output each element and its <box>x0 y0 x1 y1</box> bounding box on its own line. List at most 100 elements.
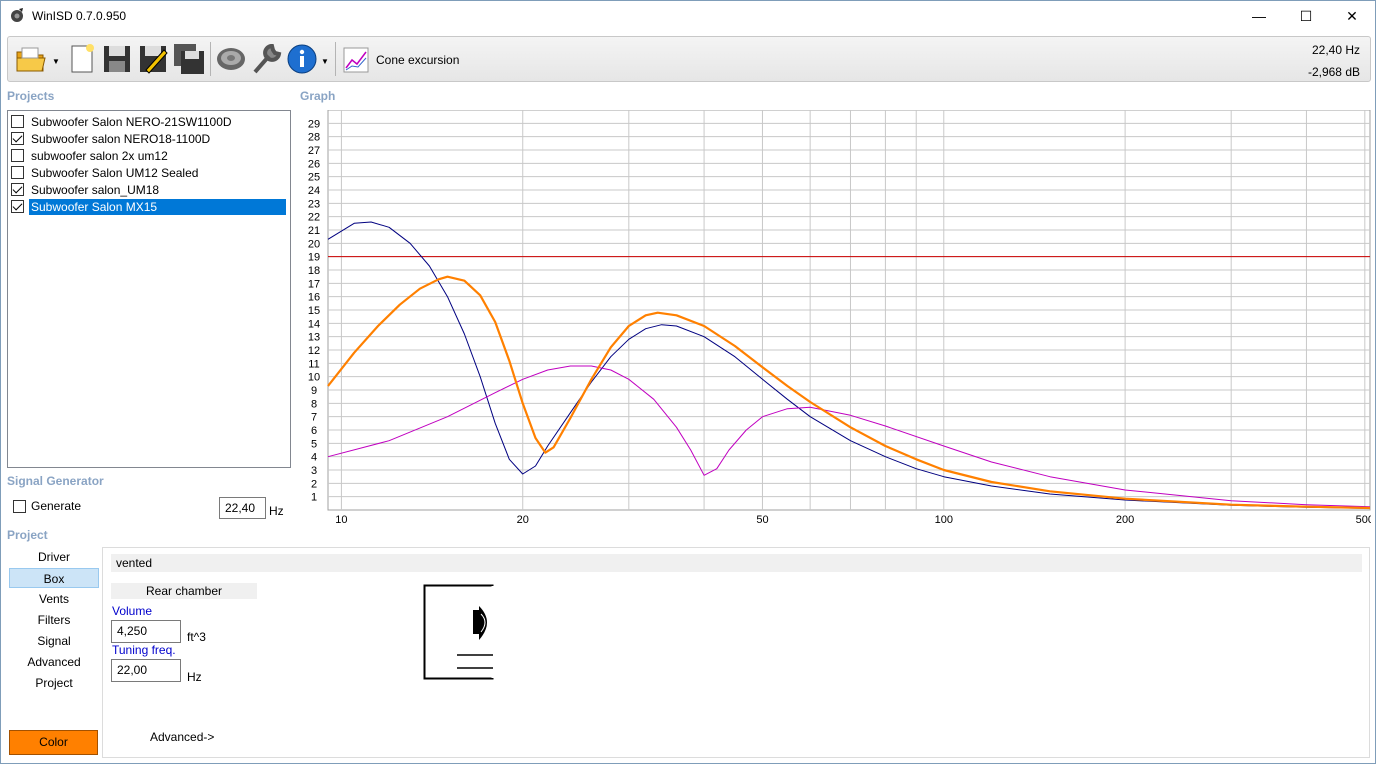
cone-excursion-selector[interactable]: Cone excursion <box>342 46 459 74</box>
tuning-freq-input[interactable]: 22,00 <box>111 659 181 682</box>
x-tick-label: 50 <box>756 514 768 526</box>
projects-list[interactable]: Subwoofer Salon NERO-21SW1100D Subwoofer … <box>7 110 291 468</box>
project-checkbox[interactable] <box>11 132 24 145</box>
title-bar: WinISD 0.7.0.950 — ☐ ✕ <box>1 1 1375 31</box>
project-checkbox[interactable] <box>11 200 24 213</box>
generate-label: Generate <box>31 499 82 513</box>
signal-generator-label: Signal Generator <box>7 474 104 488</box>
project-item[interactable]: Subwoofer Salon UM12 Sealed <box>11 164 200 181</box>
nav-item-project[interactable]: Project <box>9 673 99 693</box>
wrench-icon[interactable] <box>249 42 283 76</box>
minimize-button[interactable]: — <box>1236 1 1282 31</box>
y-tick-label: 12 <box>308 345 320 357</box>
y-tick-label: 16 <box>308 292 320 304</box>
nav-item-filters[interactable]: Filters <box>9 610 99 630</box>
y-tick-label: 18 <box>308 265 320 277</box>
project-section-label: Project <box>7 528 48 542</box>
y-tick-label: 14 <box>308 318 320 330</box>
y-tick-label: 13 <box>308 332 320 344</box>
y-tick-label: 15 <box>308 305 320 317</box>
nav-item-driver[interactable]: Driver <box>9 547 99 567</box>
y-tick-label: 7 <box>311 412 317 424</box>
projects-label: Projects <box>7 89 55 103</box>
frequency-readout: 22,40 Hz <box>1311 43 1360 57</box>
x-tick-label: 200 <box>1116 514 1134 526</box>
graph-label: Graph <box>300 89 336 103</box>
y-tick-label: 17 <box>308 278 320 290</box>
save-icon[interactable] <box>100 42 134 76</box>
nav-item-vents[interactable]: Vents <box>9 589 99 609</box>
project-item[interactable]: subwoofer salon 2x um12 <box>11 147 170 164</box>
winisd-app-icon <box>11 8 23 22</box>
db-readout: -2,968 dB <box>1307 65 1360 79</box>
nav-item-signal[interactable]: Signal <box>9 631 99 651</box>
project-name: Subwoofer salon NERO18-1100D <box>31 131 211 146</box>
project-name: Subwoofer Salon MX15 <box>28 197 287 216</box>
volume-unit: ft^3 <box>187 630 206 644</box>
box-panel: vented Rear chamber Volume 4,250 ft^3 Tu… <box>102 547 1370 758</box>
volume-input[interactable]: 4,250 <box>111 620 181 643</box>
x-tick-label: 500 <box>1356 514 1371 526</box>
project-name: subwoofer salon 2x um12 <box>31 148 168 163</box>
tuning-freq-unit: Hz <box>187 670 202 684</box>
generate-checkbox[interactable] <box>13 499 26 513</box>
y-tick-label: 6 <box>311 425 317 437</box>
y-tick-label: 19 <box>308 252 320 264</box>
info-dropdown-icon[interactable]: ▼ <box>321 57 329 66</box>
project-checkbox[interactable] <box>11 149 24 162</box>
app-window: WinISD 0.7.0.950 — ☐ ✕ ▼ ▼ Cone excursio… <box>0 0 1376 764</box>
box-type-selector[interactable]: vented <box>111 554 1362 572</box>
y-tick-label: 27 <box>308 145 320 157</box>
toolbar-separator <box>335 42 336 76</box>
y-tick-label: 3 <box>311 465 317 477</box>
nav-item-advanced[interactable]: Advanced <box>9 652 99 672</box>
project-item[interactable]: Subwoofer salon NERO18-1100D <box>11 130 212 147</box>
tuning-freq-label: Tuning freq. <box>112 643 176 657</box>
nav-item-box[interactable]: Box <box>9 568 99 588</box>
y-tick-label: 2 <box>311 478 317 490</box>
y-tick-label: 21 <box>308 225 320 237</box>
project-item[interactable]: Subwoofer Salon NERO-21SW1100D <box>11 113 234 130</box>
y-tick-label: 22 <box>308 212 320 224</box>
x-tick-label: 10 <box>335 514 347 526</box>
project-checkbox[interactable] <box>11 183 24 196</box>
advanced-link[interactable]: Advanced-> <box>150 730 214 744</box>
project-item[interactable]: Subwoofer salon_UM18 <box>11 181 161 198</box>
signal-frequency-unit: Hz <box>269 504 284 518</box>
project-name: Subwoofer Salon UM12 Sealed <box>31 165 199 180</box>
project-checkbox[interactable] <box>11 166 24 179</box>
project-checkbox[interactable] <box>11 115 24 128</box>
x-tick-label: 20 <box>517 514 529 526</box>
y-tick-label: 28 <box>308 132 320 144</box>
rear-chamber-header: Rear chamber <box>111 583 257 599</box>
y-tick-label: 23 <box>308 198 320 210</box>
y-tick-label: 29 <box>308 118 320 130</box>
y-tick-label: 1 <box>311 492 317 504</box>
color-button[interactable]: Color <box>9 730 98 755</box>
cone-excursion-label: Cone excursion <box>376 53 460 67</box>
window-title: WinISD 0.7.0.950 <box>32 9 127 23</box>
project-name: Subwoofer Salon NERO-21SW1100D <box>31 114 232 129</box>
generate-checkbox-row[interactable]: Generate <box>13 499 81 513</box>
signal-frequency-input[interactable]: 22,40 <box>219 497 266 519</box>
y-tick-label: 9 <box>311 385 317 397</box>
info-icon[interactable] <box>285 42 319 76</box>
cone-excursion-graph[interactable]: 1234567891011121314151617181920212223242… <box>301 110 1371 530</box>
save-as-icon[interactable] <box>172 42 206 76</box>
open-folder-icon[interactable] <box>14 42 48 76</box>
close-button[interactable]: ✕ <box>1329 1 1375 31</box>
y-tick-label: 25 <box>308 172 320 184</box>
maximize-button[interactable]: ☐ <box>1283 1 1329 31</box>
graph-icon <box>343 47 369 73</box>
edit-save-icon[interactable] <box>136 42 170 76</box>
y-tick-label: 26 <box>308 158 320 170</box>
y-tick-label: 10 <box>308 372 320 384</box>
y-tick-label: 5 <box>311 438 317 450</box>
project-item[interactable]: Subwoofer Salon MX15 <box>11 197 287 216</box>
toolbar: ▼ ▼ Cone excursion 22,40 Hz -2,968 dB <box>7 36 1371 82</box>
driver-icon[interactable] <box>214 42 248 76</box>
open-dropdown-icon[interactable]: ▼ <box>52 57 60 66</box>
toolbar-separator <box>210 42 211 76</box>
new-document-icon[interactable] <box>65 42 99 76</box>
y-tick-label: 4 <box>311 452 317 464</box>
